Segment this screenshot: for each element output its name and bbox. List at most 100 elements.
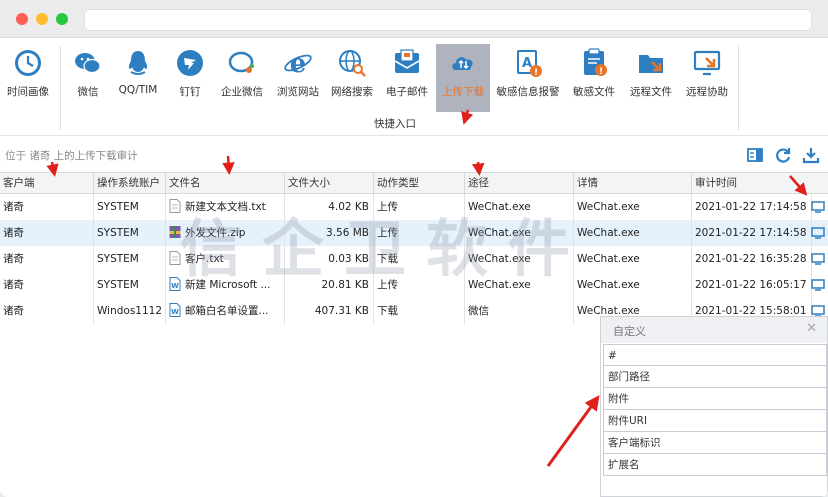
svg-text:W: W	[171, 282, 179, 290]
word-file-icon: W	[169, 277, 181, 291]
cell-text: Windos1112	[97, 305, 163, 317]
cell-detail: WeChat.exe	[574, 220, 692, 246]
toolbar: 时间画像 微信 QQ/TIM 钉钉 企业微信 e 浏览网站 网络搜索 电子邮件 …	[0, 38, 828, 136]
cell-client: 诸奇	[0, 246, 94, 272]
panel-field-item[interactable]: 扩展名	[603, 454, 827, 476]
cell-via: WeChat.exe	[465, 246, 574, 272]
cell-via: WeChat.exe	[465, 220, 574, 246]
cell-via: WeChat.exe	[465, 194, 574, 220]
cell-text: 上传	[377, 227, 398, 239]
toolbar-divider	[60, 46, 61, 130]
cell-account: SYSTEM	[94, 272, 166, 298]
column-header-detail[interactable]: 详情	[574, 173, 692, 193]
tool-sensitive-alert[interactable]: A ! 敏感信息报警	[492, 44, 564, 106]
cell-action: 上传	[374, 220, 465, 246]
tool-upload-download[interactable]: 上传下载	[436, 44, 490, 112]
column-header-filename[interactable]: 文件名	[166, 173, 285, 193]
panel-field-item[interactable]: 附件URI	[603, 410, 827, 432]
monitor-icon[interactable]	[811, 227, 825, 239]
close-icon[interactable]: ✕	[806, 321, 817, 336]
cell-text: 外发文件.zip	[185, 227, 246, 239]
cell-size: 20.81 KB	[285, 272, 374, 298]
close-window-button[interactable]	[16, 13, 28, 25]
cell-text: 3.56 MB	[326, 227, 369, 239]
cell-text: 2021-01-22 17:14:58	[695, 201, 807, 213]
qq-icon	[128, 51, 148, 75]
cell-size: 0.03 KB	[285, 246, 374, 272]
cell-action: 上传	[374, 194, 465, 220]
cell-text: 407.31 KB	[314, 305, 369, 317]
column-header-action[interactable]: 动作类型	[374, 173, 465, 193]
column-settings-icon[interactable]	[746, 146, 764, 164]
cell-text: 20.81 KB	[321, 279, 370, 291]
table-row[interactable]: 诸奇 SYSTEM 新建文本文档.txt 4.02 KB 上传 WeChat.exe WeC…	[0, 194, 828, 220]
tool-wechat[interactable]: 微信	[66, 44, 110, 106]
cell-text: 诸奇	[3, 279, 24, 291]
panel-field-item[interactable]: #	[603, 344, 827, 366]
panel-field-item[interactable]: 部门路径	[603, 366, 827, 388]
minimize-window-button[interactable]	[36, 13, 48, 25]
monitor-icon[interactable]	[811, 279, 825, 291]
table-row[interactable]: 诸奇 SYSTEM 外发文件.zip 3.56 MB 上传 WeChat.exe WeCha…	[0, 220, 828, 246]
word-file-icon: W	[169, 303, 181, 317]
text-file-icon	[169, 199, 181, 213]
cell-size: 3.56 MB	[285, 220, 374, 246]
cell-text: 客户.txt	[185, 253, 224, 265]
tool-browse-web[interactable]: e 浏览网站	[272, 44, 324, 106]
monitor-icon[interactable]	[811, 253, 825, 265]
tool-wecom[interactable]: 企业微信	[216, 44, 268, 106]
svg-text:!: !	[599, 67, 603, 77]
cell-text: 2021-01-22 17:14:58	[695, 227, 807, 239]
cell-text: 诸奇	[3, 227, 24, 239]
column-header-account[interactable]: 操作系统账户	[94, 173, 166, 193]
cell-action: 上传	[374, 272, 465, 298]
cell-text: 下载	[377, 305, 398, 317]
panel-field-item[interactable]: 附件	[603, 388, 827, 410]
table-header: 客户端 操作系统账户 文件名 文件大小 动作类型 途径 详情 审计时间	[0, 172, 828, 194]
tool-email[interactable]: 电子邮件	[380, 44, 434, 106]
cell-text: SYSTEM	[97, 201, 139, 213]
column-header-client[interactable]: 客户端	[0, 173, 94, 193]
shortcut-group-label: 快捷入口	[374, 118, 416, 130]
tool-qq[interactable]: QQ/TIM	[112, 44, 164, 106]
cell-text: 下载	[377, 253, 398, 265]
zip-file-icon	[169, 226, 181, 238]
cell-time: 2021-01-22 17:14:58	[692, 220, 812, 246]
table-row[interactable]: 诸奇 SYSTEM 客户.txt 0.03 KB 下载 WeChat.exe WeChat.…	[0, 246, 828, 272]
tool-sensitive-file[interactable]: ! 敏感文件	[568, 44, 620, 106]
tool-web-search[interactable]: 网络搜索	[326, 44, 378, 106]
customize-panel: 自定义 ✕ # 部门路径 附件 附件URI 客户端标识 扩展名	[600, 316, 828, 497]
cell-time: 2021-01-22 16:35:28	[692, 246, 812, 272]
tool-remote-assist[interactable]: 远程协助	[680, 44, 734, 106]
sensitive-alert-icon: A !	[517, 50, 542, 78]
tool-dingtalk[interactable]: 钉钉	[168, 44, 212, 106]
cell-file: 客户.txt	[166, 246, 285, 272]
address-bar[interactable]	[84, 9, 812, 31]
cell-via: WeChat.exe	[465, 272, 574, 298]
wecom-icon	[228, 51, 254, 73]
column-header-filesize[interactable]: 文件大小	[285, 173, 374, 193]
svg-text:!: !	[534, 68, 538, 78]
cell-size: 407.31 KB	[285, 298, 374, 324]
arrow-attachment	[546, 395, 600, 467]
remote-assist-icon	[693, 50, 721, 76]
tool-time-portrait[interactable]: 时间画像	[2, 44, 54, 106]
tool-remote-file[interactable]: 远程文件	[624, 44, 678, 106]
maximize-window-button[interactable]	[56, 13, 68, 25]
mail-icon	[394, 49, 420, 73]
dingtalk-icon	[177, 50, 203, 76]
cell-text: WeChat.exe	[468, 253, 531, 265]
cell-account: SYSTEM	[94, 194, 166, 220]
cell-detail: WeChat.exe	[574, 246, 692, 272]
cell-text: 新建文本文档.txt	[185, 201, 266, 213]
table-row[interactable]: 诸奇 SYSTEM W 新建 Microsoft ... 20.81 KB 上传 WeCha…	[0, 272, 828, 298]
refresh-icon[interactable]	[774, 146, 792, 164]
download-icon[interactable]	[802, 146, 820, 164]
column-header-time[interactable]: 审计时间	[692, 173, 828, 193]
panel-field-item[interactable]: 客户端标识	[603, 432, 827, 454]
text-file-icon	[169, 251, 181, 265]
cell-text: 2021-01-22 16:05:17	[695, 279, 807, 291]
cell-file: W 新建 Microsoft ...	[166, 272, 285, 298]
monitor-icon[interactable]	[811, 201, 825, 213]
column-header-via[interactable]: 途径	[465, 173, 574, 193]
